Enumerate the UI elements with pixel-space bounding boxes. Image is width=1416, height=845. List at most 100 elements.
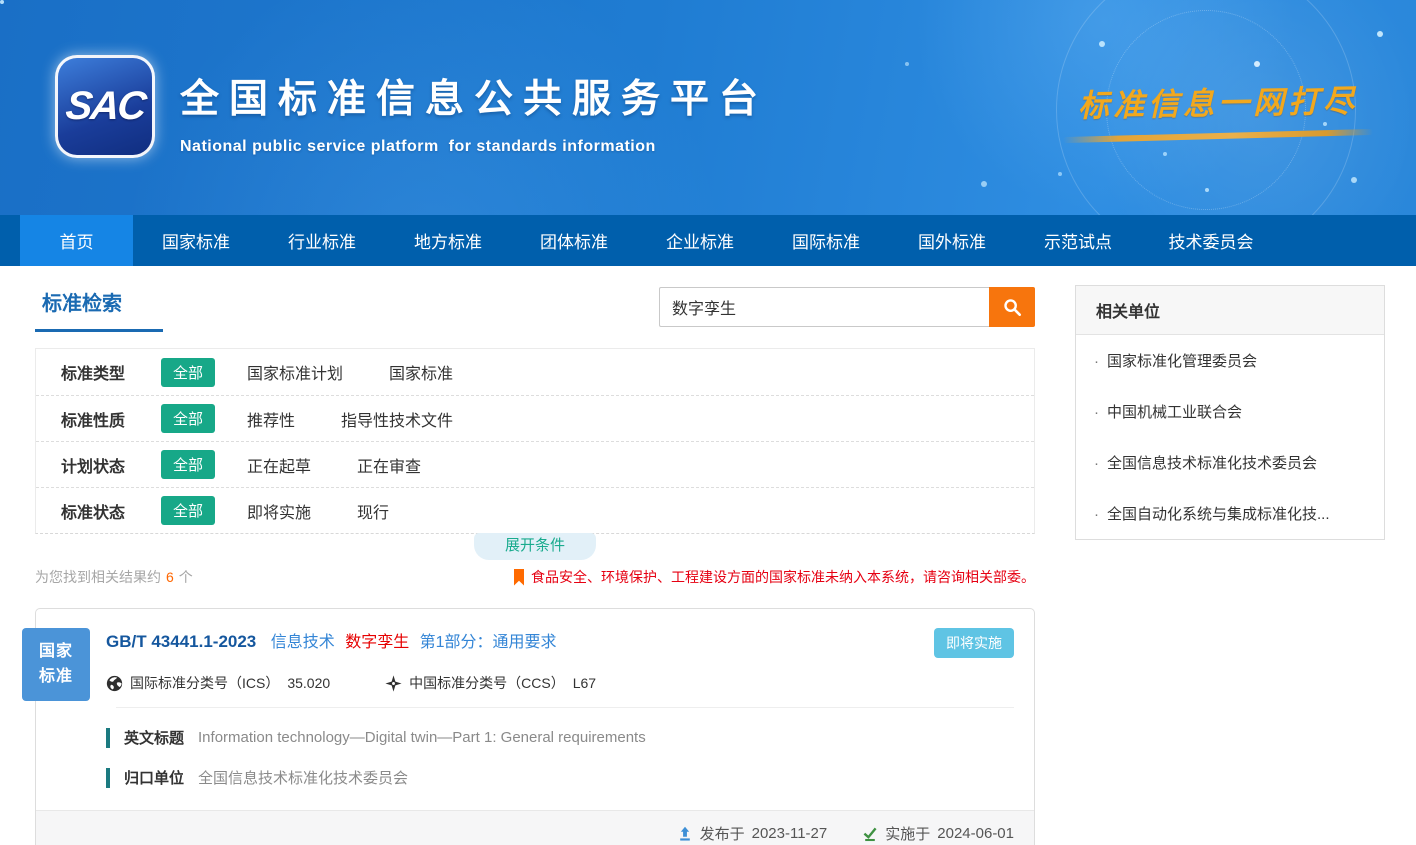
nav-tab-national-standards[interactable]: 国家标准 bbox=[133, 215, 259, 266]
expand-conditions-button[interactable]: 展开条件 bbox=[474, 533, 596, 560]
filter-all-button[interactable]: 全部 bbox=[161, 496, 215, 525]
sidebar-unit-link[interactable]: · 全国自动化系统与集成标准化技... bbox=[1076, 488, 1384, 539]
related-units-title: 相关单位 bbox=[1076, 286, 1384, 335]
results-summary-row: 为您找到相关结果约6个 食品安全、环境保护、工程建设方面的国家标准未纳入本系统，… bbox=[35, 567, 1035, 587]
slogan-block: 标准信息一网打尽 bbox=[1048, 78, 1388, 139]
unit-name[interactable]: 中国机械工业联合会 bbox=[1107, 404, 1242, 421]
english-title-row: 英文标题 Information technology—Digital twin… bbox=[106, 727, 1014, 748]
filter-all-button[interactable]: 全部 bbox=[161, 450, 215, 479]
sac-logo-text: SAC bbox=[63, 84, 146, 129]
globe-icon bbox=[106, 675, 123, 692]
filter-row-standard-nature: 标准性质 全部 推荐性 指导性技术文件 bbox=[36, 395, 1034, 441]
publish-label: 发布于 bbox=[700, 823, 745, 844]
sidebar: 相关单位 · 国家标准化管理委员会 · 中国机械工业联合会 · 全国信息技术标准化技术… bbox=[1075, 285, 1385, 540]
search-button[interactable] bbox=[989, 287, 1035, 327]
main-nav: 首页 国家标准 行业标准 地方标准 团体标准 企业标准 国际标准 国外标准 示范… bbox=[0, 215, 1416, 266]
nav-tab-group-standards[interactable]: 团体标准 bbox=[511, 215, 637, 266]
filter-option[interactable]: 推荐性 bbox=[247, 407, 295, 431]
standard-title-part1[interactable]: 信息技术 bbox=[271, 634, 335, 651]
nav-tab-technical-committees[interactable]: 技术委员会 bbox=[1141, 215, 1281, 266]
publish-date-group: 发布于 2023-11-27 bbox=[677, 823, 828, 844]
nav-tab-foreign-standards[interactable]: 国外标准 bbox=[889, 215, 1015, 266]
nav-tab-home[interactable]: 首页 bbox=[20, 215, 133, 266]
filter-option[interactable]: 国家标准计划 bbox=[247, 360, 343, 384]
bullet: · bbox=[1094, 404, 1099, 421]
filter-label: 标准状态 bbox=[61, 499, 161, 523]
filter-option[interactable]: 国家标准 bbox=[389, 360, 453, 384]
sac-logo[interactable]: SAC bbox=[55, 55, 155, 158]
result-card: 国家 标准 GB/T 43441.1-2023 信息技术 数字孪生 第1部分：通… bbox=[35, 608, 1035, 845]
search-row: 标准检索 bbox=[35, 285, 1035, 333]
publish-date: 2023-11-27 bbox=[752, 825, 828, 842]
english-title-label: 英文标题 bbox=[124, 727, 184, 748]
publish-icon bbox=[677, 826, 700, 842]
teal-bar-decoration bbox=[106, 768, 110, 788]
badge-line1: 国家 bbox=[39, 640, 73, 665]
notice-text: 食品安全、环境保护、工程建设方面的国家标准未纳入本系统，请咨询相关部委。 bbox=[531, 567, 1035, 587]
filter-option[interactable]: 即将实施 bbox=[247, 499, 311, 523]
sidebar-unit-link[interactable]: · 中国机械工业联合会 bbox=[1076, 386, 1384, 437]
ics-value: 35.020 bbox=[287, 675, 330, 691]
standard-title-part2[interactable]: 第1部分：通用要求 bbox=[420, 634, 557, 651]
results-summary-suffix: 个 bbox=[179, 569, 193, 585]
page: SAC 全国标准信息公共服务平台 National public service… bbox=[0, 0, 1416, 845]
filter-option[interactable]: 现行 bbox=[357, 499, 389, 523]
nav-tab-pilot-demonstration[interactable]: 示范试点 bbox=[1015, 215, 1141, 266]
brand-block: 全国标准信息公共服务平台 National public service pla… bbox=[180, 68, 768, 156]
standard-title-link[interactable]: GB/T 43441.1-2023 信息技术 数字孪生 第1部分：通用要求 bbox=[106, 628, 557, 652]
national-standard-badge: 国家 标准 bbox=[22, 628, 90, 701]
department-value: 全国信息技术标准化技术委员会 bbox=[198, 767, 408, 788]
ccs-label: 中国标准分类号（CCS） bbox=[409, 673, 565, 693]
unit-name[interactable]: 全国自动化系统与集成标准化技... bbox=[1107, 506, 1330, 523]
results-summary: 为您找到相关结果约6个 bbox=[35, 567, 193, 587]
department-label: 归口单位 bbox=[124, 767, 184, 788]
filter-option[interactable]: 正在起草 bbox=[247, 453, 311, 477]
ics-label: 国际标准分类号（ICS） bbox=[130, 673, 279, 693]
nav-tab-local-standards[interactable]: 地方标准 bbox=[385, 215, 511, 266]
bullet: · bbox=[1094, 506, 1099, 523]
standard-code[interactable]: GB/T 43441.1-2023 bbox=[106, 632, 256, 651]
sidebar-unit-link[interactable]: · 国家标准化管理委员会 bbox=[1076, 335, 1384, 386]
card-title-row: GB/T 43441.1-2023 信息技术 数字孪生 第1部分：通用要求 即将… bbox=[106, 628, 1014, 658]
bullet: · bbox=[1094, 353, 1099, 370]
filter-label: 标准性质 bbox=[61, 407, 161, 431]
english-title-value: Information technology—Digital twin—Part… bbox=[198, 729, 646, 746]
page-title: 标准检索 bbox=[35, 285, 163, 332]
filter-label: 标准类型 bbox=[61, 360, 161, 384]
search-input[interactable] bbox=[659, 287, 989, 327]
ics-group: 国际标准分类号（ICS） 35.020 bbox=[106, 673, 330, 693]
card-footer: 发布于 2023-11-27 实施于 2024-06-01 bbox=[36, 810, 1034, 845]
badge-line2: 标准 bbox=[39, 665, 73, 690]
results-summary-prefix: 为您找到相关结果约 bbox=[35, 569, 161, 585]
search-icon bbox=[1001, 296, 1023, 318]
site-header: SAC 全国标准信息公共服务平台 National public service… bbox=[0, 0, 1416, 215]
status-badge: 即将实施 bbox=[934, 628, 1014, 658]
filter-label: 计划状态 bbox=[61, 453, 161, 477]
filter-all-button[interactable]: 全部 bbox=[161, 404, 215, 433]
slogan-text: 标准信息一网打尽 bbox=[1078, 76, 1359, 126]
filter-option[interactable]: 正在审查 bbox=[357, 453, 421, 477]
sidebar-unit-link[interactable]: · 全国信息技术标准化技术委员会 bbox=[1076, 437, 1384, 488]
filter-row-standard-status: 标准状态 全部 即将实施 现行 bbox=[36, 487, 1034, 533]
filter-all-button[interactable]: 全部 bbox=[161, 358, 215, 387]
filter-row-plan-status: 计划状态 全部 正在起草 正在审查 bbox=[36, 441, 1034, 487]
card-divider bbox=[116, 707, 1014, 708]
unit-name[interactable]: 全国信息技术标准化技术委员会 bbox=[1107, 455, 1317, 472]
bullet: · bbox=[1094, 455, 1099, 472]
nav-tab-industry-standards[interactable]: 行业标准 bbox=[259, 215, 385, 266]
search-box bbox=[659, 287, 1035, 327]
nav-tab-enterprise-standards[interactable]: 企业标准 bbox=[637, 215, 763, 266]
related-units-panel: 相关单位 · 国家标准化管理委员会 · 中国机械工业联合会 · 全国信息技术标准化技术… bbox=[1075, 285, 1385, 540]
filter-box: 标准类型 全部 国家标准计划 国家标准 标准性质 全部 推荐性 指导性技术文件 … bbox=[35, 348, 1035, 534]
filter-option[interactable]: 指导性技术文件 bbox=[341, 407, 453, 431]
implement-check-icon bbox=[862, 826, 885, 842]
unit-name[interactable]: 国家标准化管理委员会 bbox=[1107, 353, 1257, 370]
standard-title-highlight[interactable]: 数字孪生 bbox=[345, 634, 409, 651]
site-subtitle: National public service platform for sta… bbox=[180, 138, 768, 156]
network-dots-decoration bbox=[0, 0, 4, 4]
nav-tab-international-standards[interactable]: 国际标准 bbox=[763, 215, 889, 266]
teal-bar-decoration bbox=[106, 728, 110, 748]
implement-label: 实施于 bbox=[885, 823, 930, 844]
implement-date-group: 实施于 2024-06-01 bbox=[862, 823, 1014, 844]
bookmark-icon bbox=[513, 569, 525, 586]
